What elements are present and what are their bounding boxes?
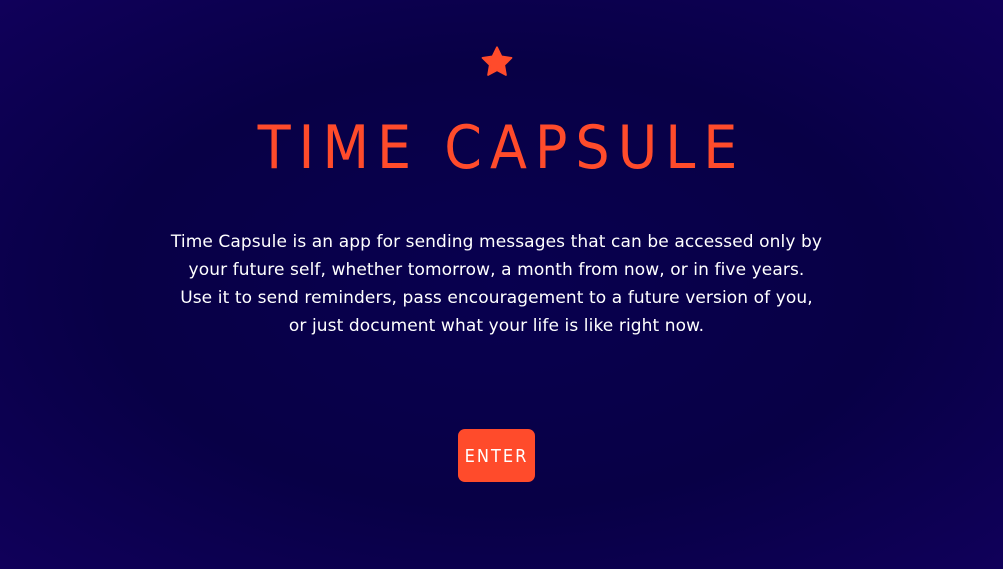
landing-page: TIME CAPSULE Time Capsule is an app for … (0, 0, 1003, 569)
page-title: TIME CAPSULE (257, 113, 746, 183)
enter-button[interactable]: ENTER (458, 429, 535, 482)
app-description: Time Capsule is an app for sending messa… (170, 232, 823, 336)
star-icon (481, 46, 513, 76)
